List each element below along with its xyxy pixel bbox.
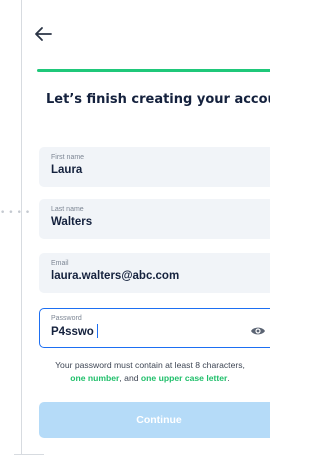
continue-button[interactable]: Continue <box>39 402 270 438</box>
show-password-toggle[interactable] <box>250 322 266 335</box>
password-value: P4sswo <box>51 326 94 338</box>
create-account-screen: •••• Let’s finish creating your account.… <box>0 0 270 463</box>
requirement-uppercase: one upper case letter <box>140 373 228 383</box>
page-title: Let’s finish creating your account. <box>46 92 270 107</box>
first-name-field[interactable]: First name Laura <box>39 147 270 187</box>
back-button[interactable] <box>31 24 55 44</box>
text-cursor <box>96 324 99 338</box>
requirements-end: . <box>227 373 230 383</box>
password-label: Password <box>51 315 82 322</box>
email-field[interactable]: Email laura.walters@abc.com <box>39 253 270 293</box>
email-value: laura.walters@abc.com <box>51 270 180 282</box>
connector-dots: •••• <box>0 208 34 218</box>
password-input-line: P4sswo <box>51 324 270 340</box>
frame-divider <box>21 0 22 455</box>
last-name-value: Walters <box>51 216 93 228</box>
last-name-label: Last name <box>51 206 84 213</box>
first-name-label: First name <box>51 154 85 161</box>
progress-bar <box>37 69 270 72</box>
requirement-number: one number <box>70 373 120 383</box>
requirements-joiner: , and <box>119 373 141 383</box>
email-label: Email <box>51 260 69 267</box>
eye-icon <box>251 327 265 335</box>
arrow-left-icon <box>35 27 52 41</box>
password-requirements: Your password must contain at least 8 ch… <box>30 359 270 385</box>
password-field[interactable]: Password P4sswo <box>39 308 270 348</box>
first-name-value: Laura <box>51 164 83 176</box>
requirements-text: Your password must contain at least 8 ch… <box>55 360 245 370</box>
frame-divider <box>14 454 44 455</box>
last-name-field[interactable]: Last name Walters <box>39 199 270 239</box>
